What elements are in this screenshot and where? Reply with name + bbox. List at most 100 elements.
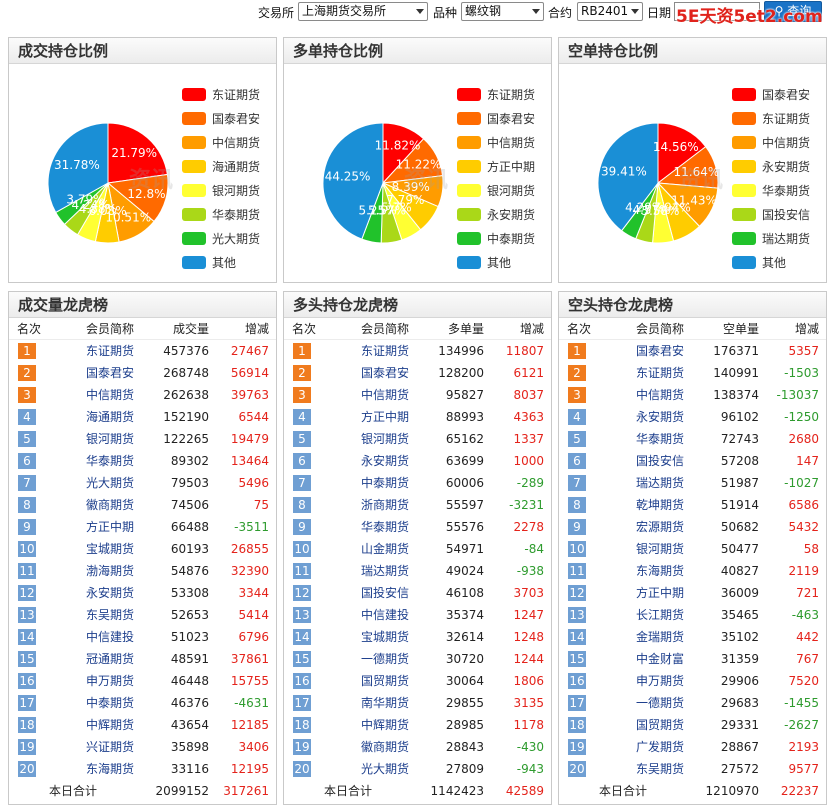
member-name-link[interactable]: 光大期货 xyxy=(77,472,143,494)
legend-item[interactable]: 银河期货 xyxy=(457,178,535,202)
member-name-link[interactable]: 宝城期货 xyxy=(77,538,143,560)
rank-badge: 16 xyxy=(18,673,36,689)
change-cell: 6796 xyxy=(238,630,269,644)
legend-item[interactable]: 东证期货 xyxy=(732,106,810,130)
legend-item[interactable]: 其他 xyxy=(732,250,810,274)
member-name-link[interactable]: 东吴期货 xyxy=(627,758,693,780)
member-name-link[interactable]: 永安期货 xyxy=(627,406,693,428)
member-name-link[interactable]: 中泰期货 xyxy=(352,472,418,494)
member-name-link[interactable]: 华泰期货 xyxy=(627,428,693,450)
member-name-link[interactable]: 乾坤期货 xyxy=(627,494,693,516)
legend-item[interactable]: 东证期货 xyxy=(182,82,260,106)
legend-item[interactable]: 其他 xyxy=(457,250,535,274)
member-name-link[interactable]: 华泰期货 xyxy=(77,450,143,472)
member-name-link[interactable]: 东海期货 xyxy=(627,560,693,582)
member-name-link[interactable]: 国投安信 xyxy=(627,450,693,472)
member-name-link[interactable]: 兴证期货 xyxy=(77,736,143,758)
member-name-link[interactable]: 中辉期货 xyxy=(77,714,143,736)
member-name-link[interactable]: 国泰君安 xyxy=(77,362,143,384)
member-name-link[interactable]: 东海期货 xyxy=(77,758,143,780)
member-name-link[interactable]: 瑞达期货 xyxy=(627,472,693,494)
legend-item[interactable]: 永安期货 xyxy=(457,202,535,226)
member-name-link[interactable]: 山金期货 xyxy=(352,538,418,560)
legend-item[interactable]: 华泰期货 xyxy=(182,202,260,226)
member-name-link[interactable]: 南华期货 xyxy=(352,692,418,714)
legend-item[interactable]: 国泰君安 xyxy=(182,106,260,130)
legend-item[interactable]: 光大期货 xyxy=(182,226,260,250)
member-name-link[interactable]: 银河期货 xyxy=(352,428,418,450)
pie-slice-label: 11.82% xyxy=(375,139,421,153)
member-name-link[interactable]: 银河期货 xyxy=(627,538,693,560)
date-input[interactable] xyxy=(674,2,760,21)
legend-item[interactable]: 银河期货 xyxy=(182,178,260,202)
member-name-link[interactable]: 一德期货 xyxy=(627,692,693,714)
member-name-link[interactable]: 广发期货 xyxy=(627,736,693,758)
member-name-link[interactable]: 中信建投 xyxy=(352,604,418,626)
member-name-link[interactable]: 宝城期货 xyxy=(352,626,418,648)
member-name-link[interactable]: 申万期货 xyxy=(77,670,143,692)
member-name-link[interactable]: 中泰期货 xyxy=(77,692,143,714)
ranking-table: 名次 会员简称 空单量 增减 1 国泰君安 176371 5357 2 东证期货 140991 -15… xyxy=(559,318,826,802)
member-name-link[interactable]: 海通期货 xyxy=(77,406,143,428)
member-name-link[interactable]: 中辉期货 xyxy=(352,714,418,736)
change-cell: -2627 xyxy=(784,718,819,732)
member-name-link[interactable]: 一德期货 xyxy=(352,648,418,670)
member-name-link[interactable]: 宏源期货 xyxy=(627,516,693,538)
member-name-link[interactable]: 东证期货 xyxy=(77,340,143,362)
legend-item[interactable]: 中信期货 xyxy=(182,130,260,154)
legend-item[interactable]: 永安期货 xyxy=(732,154,810,178)
pie-panel-long: 多单持仓比例 11.82% 11.22% 8.39% 7.79% 5.7% 5.57% 5.… xyxy=(283,37,552,283)
legend-item[interactable]: 国投安信 xyxy=(732,202,810,226)
member-name-link[interactable]: 东吴期货 xyxy=(77,604,143,626)
member-name-link[interactable]: 国泰君安 xyxy=(627,340,693,362)
member-name-link[interactable]: 中信期货 xyxy=(352,384,418,406)
member-name-link[interactable]: 冠通期货 xyxy=(77,648,143,670)
legend-item[interactable]: 中泰期货 xyxy=(457,226,535,250)
member-name-link[interactable]: 中信期货 xyxy=(627,384,693,406)
member-name-link[interactable]: 中信建投 xyxy=(77,626,143,648)
member-name-link[interactable]: 方正中期 xyxy=(627,582,693,604)
legend-item[interactable]: 方正中期 xyxy=(457,154,535,178)
member-name-link[interactable]: 徽商期货 xyxy=(352,736,418,758)
member-name-link[interactable]: 瑞达期货 xyxy=(352,560,418,582)
member-name-link[interactable]: 中金财富 xyxy=(627,648,693,670)
legend-item[interactable]: 国泰君安 xyxy=(457,106,535,130)
member-name-link[interactable]: 徽商期货 xyxy=(77,494,143,516)
member-name-link[interactable]: 光大期货 xyxy=(352,758,418,780)
member-name-link[interactable]: 国贸期货 xyxy=(627,714,693,736)
legend-item[interactable]: 中信期货 xyxy=(457,130,535,154)
member-name-link[interactable]: 方正中期 xyxy=(77,516,143,538)
exchange-select[interactable]: 上海期货交易所 xyxy=(298,2,428,21)
member-name-link[interactable]: 银河期货 xyxy=(77,428,143,450)
member-name-link[interactable]: 长江期货 xyxy=(627,604,693,626)
legend-item[interactable]: 华泰期货 xyxy=(732,178,810,202)
rank-badge: 15 xyxy=(568,651,586,667)
legend-item[interactable]: 海通期货 xyxy=(182,154,260,178)
member-name-link[interactable]: 国泰君安 xyxy=(352,362,418,384)
variety-select[interactable]: 螺纹钢 xyxy=(461,2,544,21)
member-name-link[interactable]: 永安期货 xyxy=(77,582,143,604)
member-name-link[interactable]: 东证期货 xyxy=(352,340,418,362)
member-name-link[interactable]: 东证期货 xyxy=(627,362,693,384)
query-button[interactable]: ⚲ 查询 xyxy=(764,1,822,22)
member-name-link[interactable]: 国投安信 xyxy=(352,582,418,604)
legend-item[interactable]: 其他 xyxy=(182,250,260,274)
member-name-link[interactable]: 方正中期 xyxy=(352,406,418,428)
contract-select[interactable]: RB2401 xyxy=(577,2,643,21)
contract-select-value: RB2401 xyxy=(581,4,629,18)
member-name-link[interactable]: 永安期货 xyxy=(352,450,418,472)
member-name-link[interactable]: 金瑞期货 xyxy=(627,626,693,648)
member-name-link[interactable]: 浙商期货 xyxy=(352,494,418,516)
legend-item[interactable]: 瑞达期货 xyxy=(732,226,810,250)
legend-item[interactable]: 东证期货 xyxy=(457,82,535,106)
member-name-link[interactable]: 中信期货 xyxy=(77,384,143,406)
legend-item[interactable]: 中信期货 xyxy=(732,130,810,154)
member-name-link[interactable]: 申万期货 xyxy=(627,670,693,692)
rank-badge: 12 xyxy=(18,585,36,601)
volume-cell: 50682 xyxy=(720,520,759,534)
rank-badge: 7 xyxy=(18,475,36,491)
member-name-link[interactable]: 华泰期货 xyxy=(352,516,418,538)
legend-item[interactable]: 国泰君安 xyxy=(732,82,810,106)
member-name-link[interactable]: 渤海期货 xyxy=(77,560,143,582)
member-name-link[interactable]: 国贸期货 xyxy=(352,670,418,692)
